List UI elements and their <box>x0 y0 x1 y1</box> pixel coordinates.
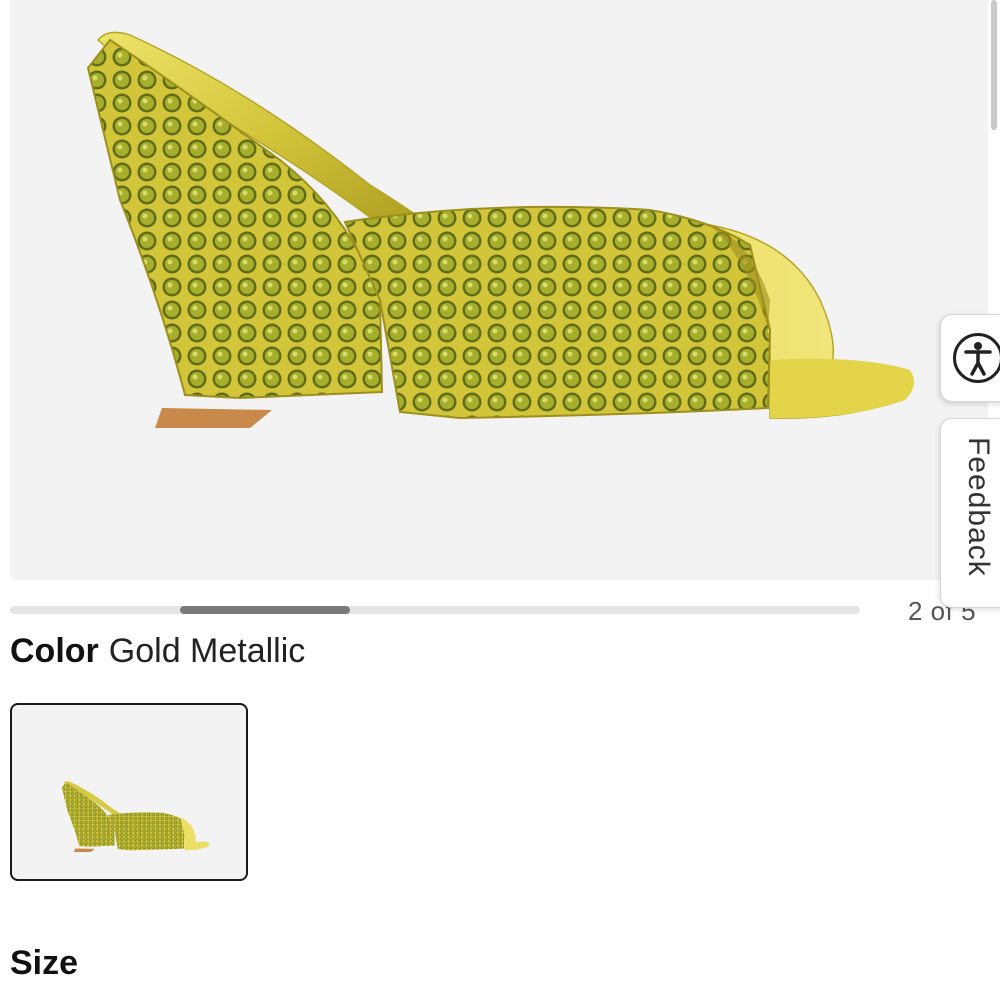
feedback-button[interactable]: Feedback <box>940 418 1000 608</box>
gallery-scroll-thumb[interactable] <box>180 606 350 614</box>
gallery-scroll-track[interactable] <box>10 606 860 614</box>
product-page: 2 of 5 Color Gold Metallic Size Feedback <box>0 0 1000 1000</box>
page-scrollbar[interactable] <box>991 0 997 130</box>
size-label: Size <box>10 944 79 982</box>
accessibility-button[interactable] <box>940 314 1000 402</box>
swatch-shoe-image <box>61 781 210 853</box>
accessibility-icon <box>953 333 1000 383</box>
feedback-label: Feedback <box>962 437 995 577</box>
color-swatch-gold-metallic[interactable] <box>10 703 248 881</box>
product-main-image <box>86 31 914 428</box>
color-value: Gold Metallic <box>108 632 306 670</box>
color-label: Color <box>10 632 99 670</box>
color-selection: Color Gold Metallic <box>10 632 305 671</box>
product-image-gallery[interactable] <box>10 0 988 580</box>
